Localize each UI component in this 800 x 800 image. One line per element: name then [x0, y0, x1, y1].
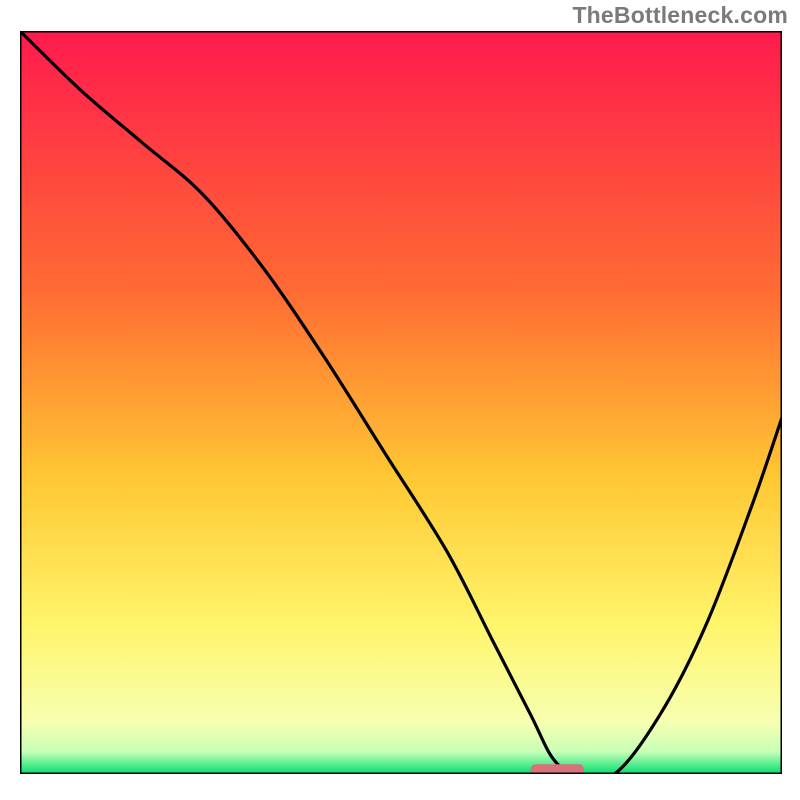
gradient-background	[20, 31, 782, 774]
watermark-label: TheBottleneck.com	[572, 2, 788, 29]
bottleneck-chart	[20, 31, 782, 774]
chart-wrapper: TheBottleneck.com	[0, 0, 800, 800]
plot-area	[20, 31, 782, 774]
